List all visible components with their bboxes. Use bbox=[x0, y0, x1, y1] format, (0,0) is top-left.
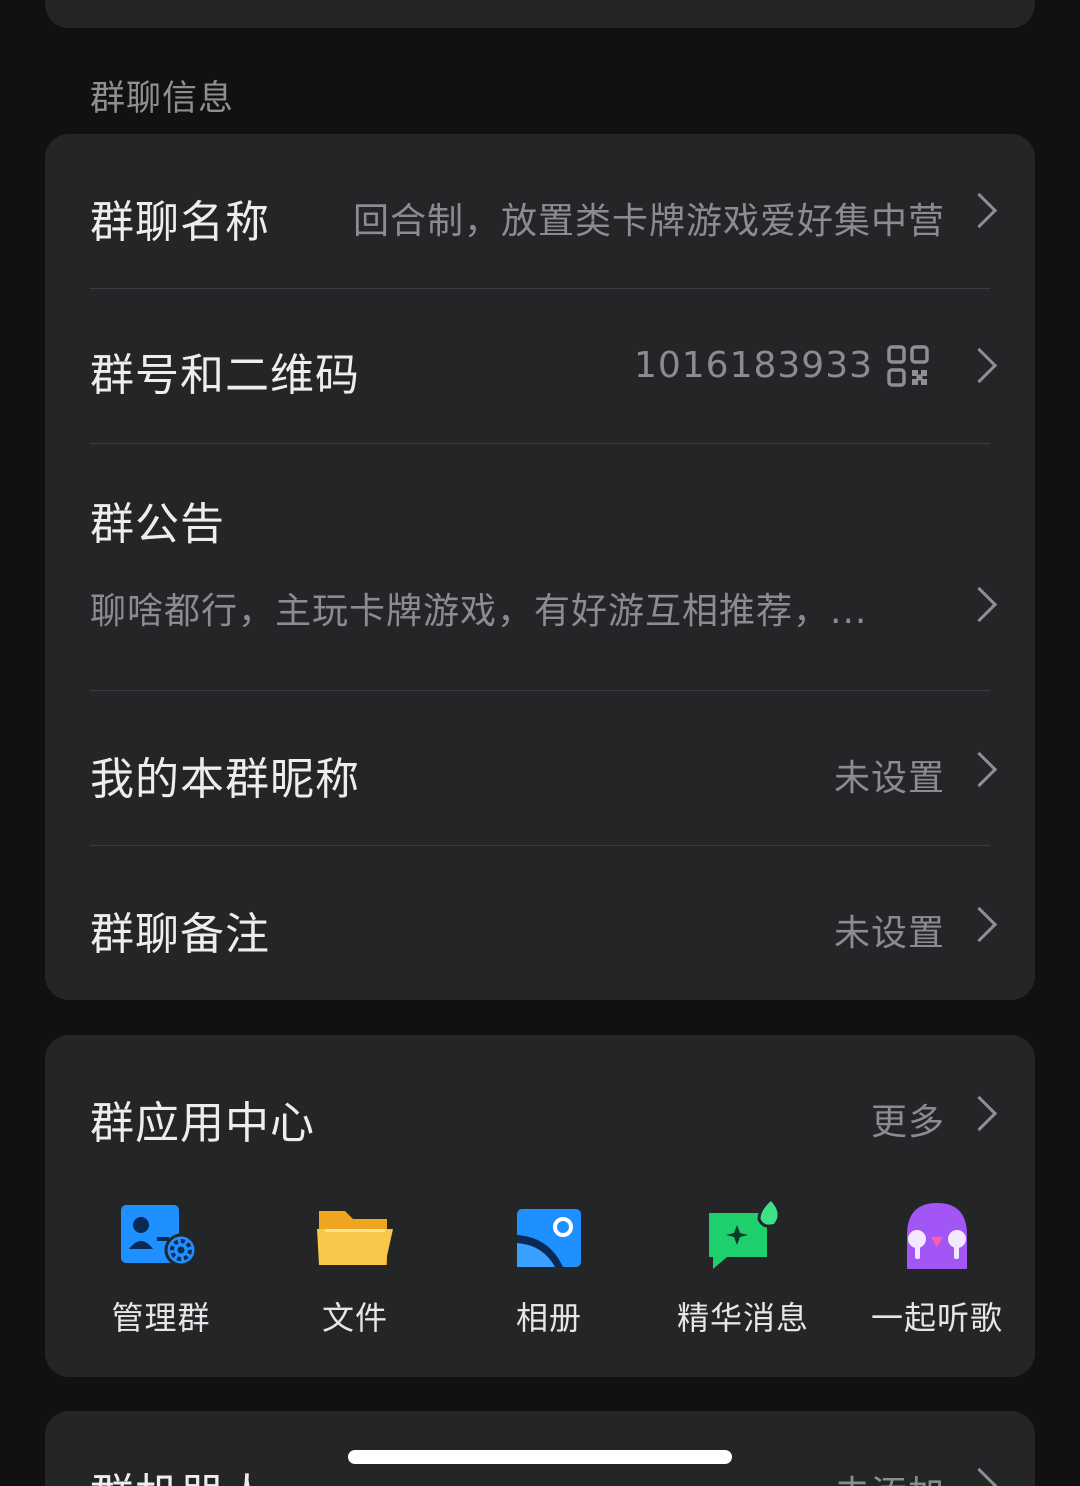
previous-card bbox=[45, 0, 1035, 28]
qr-code-icon bbox=[887, 345, 929, 387]
essence-message-icon bbox=[709, 1196, 781, 1269]
listen-together-icon bbox=[907, 1203, 967, 1269]
app-label: 一起听歌 bbox=[870, 1299, 1003, 1337]
group-name-value: 回合制，放置类卡牌游戏爱好集中营 bbox=[352, 201, 945, 242]
group-number-value: 1016183933 bbox=[633, 345, 873, 386]
group-name-title: 群聊名称 bbox=[90, 197, 270, 248]
album-icon bbox=[517, 1209, 581, 1267]
app-album[interactable]: 相册 bbox=[452, 1195, 646, 1339]
app-label: 管理群 bbox=[111, 1299, 211, 1337]
group-name-row[interactable]: 群聊名称 回合制，放置类卡牌游戏爱好集中营 bbox=[45, 134, 1035, 288]
chevron-right-icon bbox=[961, 906, 998, 943]
app-manage-group[interactable]: 管理群 bbox=[64, 1195, 258, 1339]
group-number-title: 群号和二维码 bbox=[90, 350, 360, 401]
group-settings-page: 群聊信息 群聊名称 回合制，放置类卡牌游戏爱好集中营 群号和二维码 101618… bbox=[0, 0, 1080, 1486]
app-listen-together[interactable]: 一起听歌 bbox=[840, 1195, 1034, 1339]
chevron-right-icon bbox=[961, 1095, 998, 1132]
group-remark-title: 群聊备注 bbox=[90, 909, 270, 960]
app-label: 相册 bbox=[515, 1299, 582, 1337]
chevron-right-icon bbox=[961, 192, 998, 229]
app-label: 文件 bbox=[321, 1299, 388, 1337]
app-center-more[interactable]: 更多 bbox=[871, 1093, 945, 1145]
chevron-right-icon bbox=[961, 586, 998, 623]
chevron-right-icon bbox=[961, 1467, 998, 1486]
chevron-right-icon bbox=[961, 751, 998, 788]
app-label: 精华消息 bbox=[676, 1299, 809, 1337]
section-label-group-info: 群聊信息 bbox=[90, 79, 235, 119]
my-nickname-title: 我的本群昵称 bbox=[90, 754, 360, 805]
group-remark-value: 未设置 bbox=[833, 913, 945, 954]
manage-group-icon bbox=[121, 1205, 198, 1267]
group-number-row[interactable]: 群号和二维码 1016183933 bbox=[45, 289, 1035, 443]
home-indicator[interactable] bbox=[348, 1450, 732, 1464]
group-notice-content: 聊啥都行，主玩卡牌游戏，有好游互相推荐，... bbox=[90, 591, 868, 632]
my-nickname-value: 未设置 bbox=[833, 758, 945, 799]
app-grid: 管理群 文件 相册 精华消息 一起听歌 bbox=[64, 1195, 1034, 1345]
group-robot-value: 去添加 bbox=[834, 1465, 945, 1486]
my-nickname-row[interactable]: 我的本群昵称 未设置 bbox=[45, 691, 1035, 845]
chevron-right-icon bbox=[961, 347, 998, 384]
group-remark-row[interactable]: 群聊备注 未设置 bbox=[45, 846, 1035, 1000]
app-center-header[interactable]: 群应用中心 更多 bbox=[45, 1035, 1035, 1185]
app-essence-messages[interactable]: 精华消息 bbox=[646, 1195, 840, 1339]
folder-icon bbox=[317, 1211, 393, 1265]
app-files[interactable]: 文件 bbox=[258, 1195, 452, 1339]
app-center-title: 群应用中心 bbox=[90, 1098, 315, 1149]
group-notice-title: 群公告 bbox=[90, 499, 225, 550]
group-robot-row[interactable]: 群机器人 去添加 bbox=[45, 1411, 1035, 1486]
group-notice-row[interactable]: 群公告 bbox=[45, 444, 1035, 690]
group-robot-title: 群机器人 bbox=[90, 1459, 270, 1486]
